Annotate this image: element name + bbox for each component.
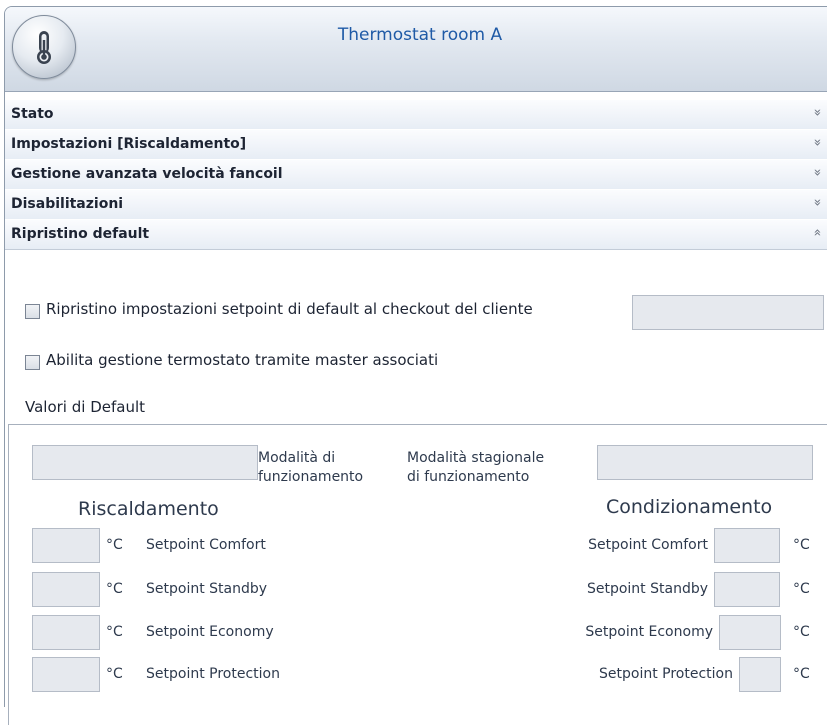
heating-unit: °C <box>106 666 123 682</box>
section-disabilitazioni[interactable]: Disabilitazioni » <box>5 189 827 220</box>
operating-mode-label: Modalità di funzionamento <box>258 450 364 485</box>
cooling-economy-label: Setpoint Economy <box>585 624 713 640</box>
heating-unit: °C <box>106 581 123 597</box>
cooling-standby-field[interactable] <box>714 572 780 607</box>
enable-master-label: Abilita gestione termostato tramite mast… <box>46 351 439 369</box>
heating-economy-label: Setpoint Economy <box>146 624 274 640</box>
section-label: Stato <box>11 106 54 122</box>
seasonal-mode-label: Modalità stagionale di funzionamento <box>407 450 545 485</box>
heating-standby-field[interactable] <box>32 572 100 607</box>
cooling-protection-field[interactable] <box>739 657 781 692</box>
operating-mode-field[interactable] <box>32 445 258 480</box>
heating-unit: °C <box>106 624 123 640</box>
window-title: Thermostat room A <box>337 25 503 45</box>
section-fancoil[interactable]: Gestione avanzata velocità fancoil » <box>5 159 827 190</box>
heating-protection-label: Setpoint Protection <box>146 666 280 682</box>
heating-economy-field[interactable] <box>32 615 100 650</box>
chevron-expand-icon[interactable]: » <box>810 109 825 117</box>
enable-master-checkbox[interactable] <box>25 355 40 370</box>
cooling-unit: °C <box>793 666 810 682</box>
heating-comfort-label: Setpoint Comfort <box>146 537 266 553</box>
chevron-collapse-icon[interactable]: « <box>810 229 825 237</box>
cooling-standby-label: Setpoint Standby <box>586 581 708 597</box>
cooling-unit: °C <box>793 624 810 640</box>
cooling-comfort-label: Setpoint Comfort <box>588 537 708 553</box>
reset-checkout-field[interactable] <box>632 295 824 330</box>
section-label: Impostazioni [Riscaldamento] <box>11 136 247 152</box>
cooling-title: Condizionamento <box>606 496 773 518</box>
section-impostazioni[interactable]: Impostazioni [Riscaldamento] » <box>5 129 827 160</box>
defaults-heading: Valori di Default <box>25 398 145 416</box>
section-stato[interactable]: Stato » <box>5 99 827 130</box>
cooling-protection-label: Setpoint Protection <box>599 666 733 682</box>
seasonal-mode-field[interactable] <box>597 445 813 480</box>
section-label: Disabilitazioni <box>11 196 124 212</box>
cooling-unit: °C <box>793 537 810 553</box>
section-ripristino[interactable]: Ripristino default « <box>5 219 827 250</box>
section-label: Gestione avanzata velocità fancoil <box>11 166 283 182</box>
title-bar: Thermostat room A <box>5 7 827 92</box>
chevron-expand-icon[interactable]: » <box>810 169 825 177</box>
cooling-comfort-field[interactable] <box>714 528 780 563</box>
heating-standby-label: Setpoint Standby <box>146 581 268 597</box>
heating-comfort-field[interactable] <box>32 528 100 563</box>
cooling-economy-field[interactable] <box>719 615 781 650</box>
chevron-expand-icon[interactable]: » <box>810 139 825 147</box>
reset-checkout-label: Ripristino impostazioni setpoint di defa… <box>46 300 533 318</box>
heating-unit: °C <box>106 537 123 553</box>
reset-checkout-checkbox[interactable] <box>25 304 40 319</box>
heating-protection-field[interactable] <box>32 657 100 692</box>
cooling-unit: °C <box>793 581 810 597</box>
heating-title: Riscaldamento <box>78 498 219 520</box>
section-label: Ripristino default <box>11 226 150 242</box>
chevron-expand-icon[interactable]: » <box>810 199 825 207</box>
